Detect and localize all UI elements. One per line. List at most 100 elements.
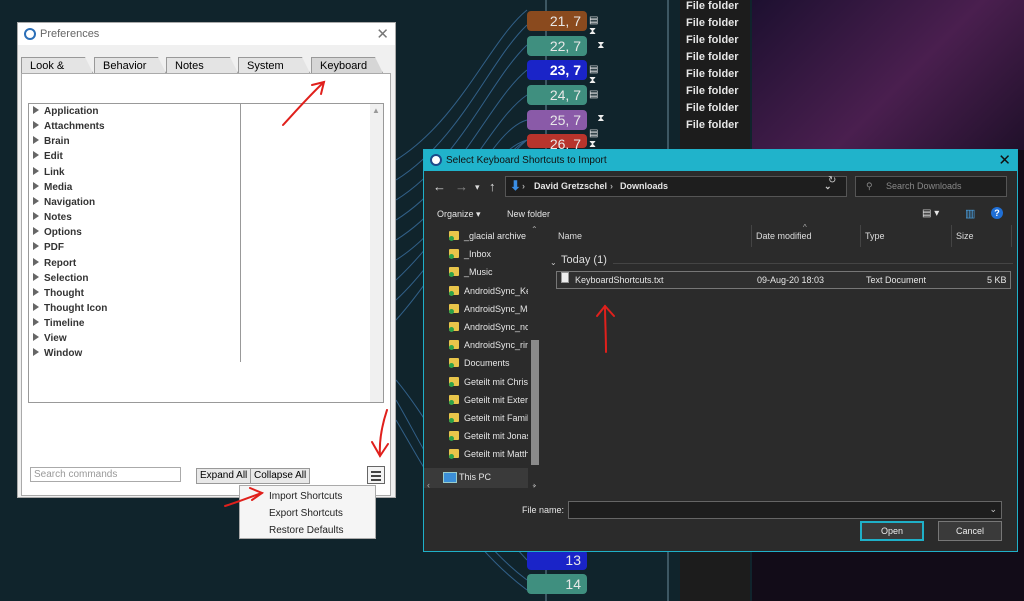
nav-folder-item[interactable]: AndroidSync_Ma — [449, 303, 533, 319]
expand-triangle-icon[interactable] — [33, 318, 39, 327]
scroll-up-icon[interactable]: ▲ — [372, 106, 380, 115]
cancel-button[interactable]: Cancel — [938, 521, 1002, 541]
tree-category-item[interactable]: PDF — [33, 242, 64, 256]
open-button[interactable]: Open — [860, 521, 924, 541]
tree-category-item[interactable]: Notes — [33, 212, 72, 226]
group-collapse-icon[interactable]: ⌄ — [550, 258, 557, 267]
thought-node[interactable]: 21, 7 — [527, 11, 587, 31]
close-icon[interactable]: ✕ — [998, 151, 1011, 169]
expand-all-button[interactable]: Expand All — [196, 468, 252, 484]
expand-triangle-icon[interactable] — [33, 227, 39, 236]
nav-folder-item[interactable]: Geteilt mit Famil — [449, 412, 529, 428]
tree-category-item[interactable]: Attachments — [33, 121, 105, 135]
back-arrow-icon[interactable]: ← — [433, 179, 446, 194]
collapse-all-button[interactable]: Collapse All — [250, 468, 311, 484]
nav-folder-item[interactable]: _glacial archive — [449, 230, 526, 246]
recent-locations-icon[interactable]: ▾ — [475, 182, 480, 193]
column-divider[interactable] — [751, 225, 752, 247]
tree-category-item[interactable]: Application — [33, 106, 98, 120]
tree-category-item[interactable]: Brain — [33, 136, 70, 150]
tree-category-item[interactable]: View — [33, 333, 67, 347]
tab-behavior[interactable]: Behavior — [94, 57, 166, 73]
expand-triangle-icon[interactable] — [33, 106, 39, 114]
breadcrumb-user[interactable]: David Gretzschel — [534, 177, 607, 196]
thought-node[interactable]: 14 — [527, 574, 587, 594]
nav-folder-item[interactable]: _Inbox — [449, 248, 491, 264]
shortcuts-menu-button[interactable] — [367, 466, 385, 484]
expand-triangle-icon[interactable] — [33, 151, 39, 160]
nav-folder-item[interactable]: Geteilt mit Matth — [449, 448, 530, 464]
tree-category-item[interactable]: Window — [33, 348, 82, 362]
expand-triangle-icon[interactable] — [33, 166, 39, 175]
expand-triangle-icon[interactable] — [33, 302, 39, 311]
group-header-today[interactable]: Today (1) — [561, 254, 607, 266]
tree-category-item[interactable]: Thought — [33, 287, 84, 302]
preview-pane-icon[interactable]: ▥ — [965, 207, 975, 220]
thought-node[interactable]: 13 — [527, 550, 587, 570]
expand-triangle-icon[interactable] — [33, 212, 39, 221]
chevron-down-icon[interactable]: ⌄ — [989, 504, 997, 515]
scrollbar-thumb[interactable] — [531, 340, 539, 465]
nav-pane-scrollbar[interactable]: ⌃ ⌄ — [528, 225, 542, 490]
nav-folder-item[interactable]: AndroidSync_rin — [449, 339, 530, 355]
thought-node[interactable]: 25, 7 — [527, 110, 587, 130]
help-icon[interactable]: ? — [991, 207, 1003, 219]
tree-category-item[interactable]: Navigation — [33, 196, 95, 211]
tree-category-item[interactable]: Media — [33, 181, 72, 196]
search-commands-input[interactable]: Search commands — [30, 467, 181, 482]
nav-pane-horizontal-scrollbar[interactable]: ‹ › — [424, 480, 542, 492]
expand-triangle-icon[interactable] — [33, 348, 39, 357]
close-icon[interactable]: ✕ — [376, 25, 389, 43]
column-header-size[interactable]: Size — [956, 231, 974, 241]
chevron-right-icon[interactable]: › — [610, 177, 613, 196]
tree-category-item[interactable]: Thought Icon — [33, 302, 107, 317]
breadcrumb-downloads[interactable]: Downloads — [620, 177, 668, 196]
tab-look-and-feel[interactable]: Look & Feel — [21, 57, 93, 73]
scroll-right-icon[interactable]: › — [533, 480, 536, 490]
nav-folder-item[interactable]: Geteilt mit Extern — [449, 394, 533, 410]
file-name-input[interactable]: ⌄ — [568, 501, 1002, 519]
scroll-left-icon[interactable]: ‹ — [427, 480, 430, 490]
column-divider[interactable] — [860, 225, 861, 247]
search-downloads-input[interactable]: ⚲ Search Downloads — [855, 176, 1007, 197]
view-options-icon[interactable]: ▤ ▾ — [922, 208, 939, 219]
expand-triangle-icon[interactable] — [33, 242, 39, 251]
tree-category-item[interactable]: Edit — [33, 151, 63, 165]
expand-triangle-icon[interactable] — [33, 136, 39, 145]
column-divider[interactable] — [951, 225, 952, 247]
nav-folder-item[interactable]: Geteilt mit Chris — [449, 376, 528, 392]
expand-triangle-icon[interactable] — [33, 272, 39, 281]
thought-node[interactable]: 24, 7 — [527, 85, 587, 105]
column-header-name[interactable]: Name — [558, 231, 582, 241]
address-bar[interactable]: ⬇ › David Gretzschel › Downloads ⌄ — [505, 176, 847, 197]
tab-keyboard[interactable]: Keyboard — [311, 57, 383, 73]
column-header-date-modified[interactable]: Date modified — [756, 231, 812, 241]
thought-node[interactable]: 26, 7 — [527, 134, 587, 152]
column-divider[interactable] — [1011, 225, 1012, 247]
nav-folder-item[interactable]: AndroidSync_no — [449, 321, 530, 337]
nav-folder-item[interactable]: _Music — [449, 266, 493, 282]
tab-notes-editor[interactable]: Notes Editor — [166, 57, 238, 73]
organize-button[interactable]: Organize ▾ — [437, 209, 481, 220]
menu-item-restore-defaults[interactable]: Restore Defaults — [269, 525, 343, 536]
expand-triangle-icon[interactable] — [33, 196, 39, 205]
tree-category-item[interactable]: Link — [33, 166, 65, 181]
expand-triangle-icon[interactable] — [33, 121, 39, 130]
thought-node-selected[interactable]: 23, 7 — [527, 60, 587, 80]
column-divider[interactable] — [240, 104, 241, 362]
tree-scrollbar[interactable]: ▲ — [370, 104, 383, 402]
expand-triangle-icon[interactable] — [33, 287, 39, 296]
tab-system[interactable]: System — [238, 57, 310, 73]
expand-triangle-icon[interactable] — [33, 181, 39, 190]
up-arrow-icon[interactable]: ↑ — [489, 179, 496, 194]
scroll-up-icon[interactable]: ⌃ — [531, 225, 538, 234]
expand-triangle-icon[interactable] — [33, 333, 39, 342]
tree-category-item[interactable]: Report — [33, 257, 76, 272]
tree-category-item[interactable]: Timeline — [33, 318, 84, 332]
thought-node[interactable]: 22, 7 — [527, 36, 587, 56]
nav-folder-item[interactable]: Geteilt mit Jonas — [449, 430, 531, 446]
menu-item-export-shortcuts[interactable]: Export Shortcuts — [269, 508, 343, 519]
nav-folder-item[interactable]: AndroidSync_Ke — [449, 285, 531, 301]
new-folder-button[interactable]: New folder — [507, 209, 550, 219]
tree-category-item[interactable]: Options — [33, 227, 82, 241]
